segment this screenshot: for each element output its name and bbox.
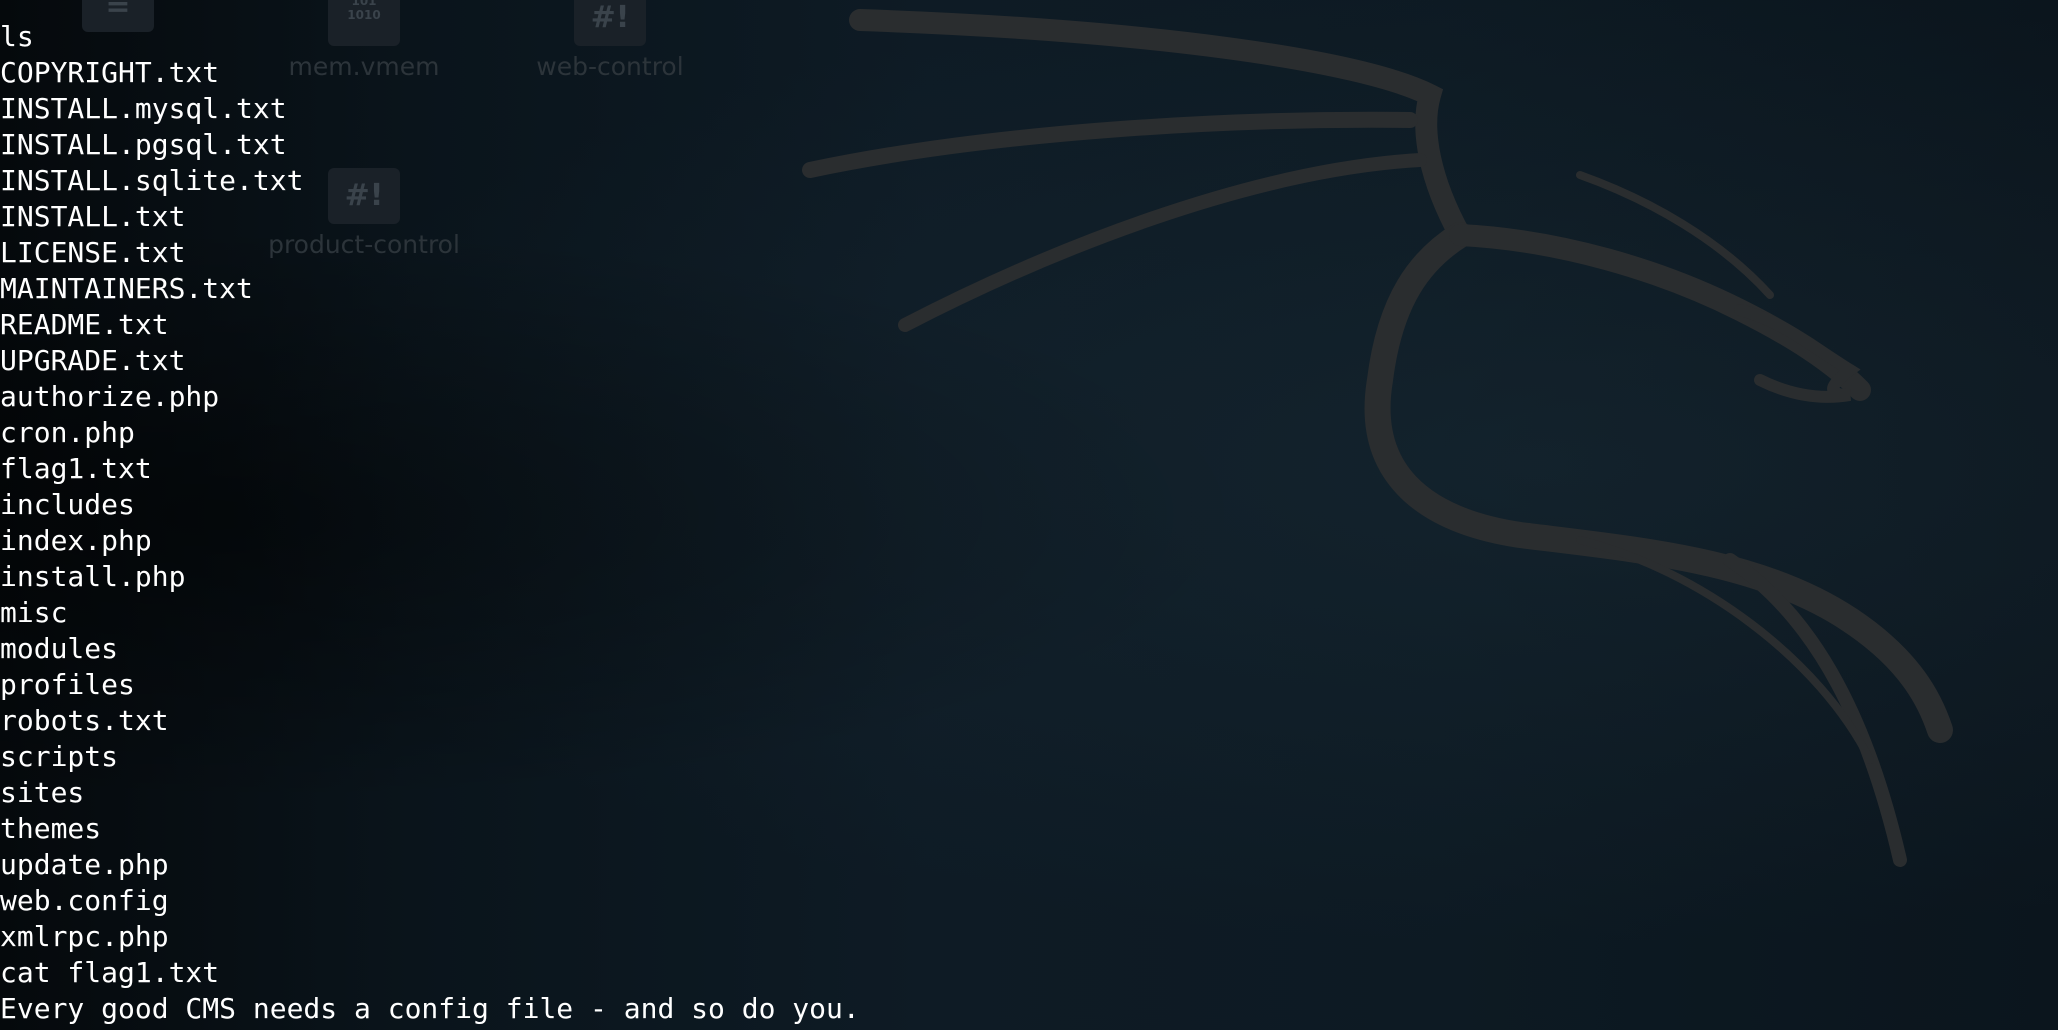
terminal-line: COPYRIGHT.txt <box>0 56 220 89</box>
terminal-line: cron.php <box>0 416 135 449</box>
terminal-line: web.config <box>0 884 169 917</box>
terminal-line: scripts <box>0 740 119 773</box>
terminal-line: modules <box>0 632 119 665</box>
terminal-output[interactable]: ls COPYRIGHT.txt INSTALL.mysql.txt INSTA… <box>0 0 2058 1030</box>
terminal-line: themes <box>0 812 102 845</box>
terminal-line: Every good CMS needs a config file - and… <box>0 992 860 1025</box>
terminal-line: index.php <box>0 524 152 557</box>
terminal-command: cat flag1.txt <box>0 956 220 989</box>
terminal-line: INSTALL.sqlite.txt <box>0 164 304 197</box>
terminal-line: update.php <box>0 848 169 881</box>
terminal-line: INSTALL.txt <box>0 200 186 233</box>
terminal-line: INSTALL.mysql.txt <box>0 92 287 125</box>
terminal-line: UPGRADE.txt <box>0 344 186 377</box>
terminal-line: includes <box>0 488 135 521</box>
terminal-line: authorize.php <box>0 380 220 413</box>
terminal-line: MAINTAINERS.txt <box>0 272 253 305</box>
terminal-line: misc <box>0 596 68 629</box>
terminal-line: xmlrpc.php <box>0 920 169 953</box>
terminal-line: sites <box>0 776 85 809</box>
terminal-line: README.txt <box>0 308 169 341</box>
terminal-line: INSTALL.pgsql.txt <box>0 128 287 161</box>
terminal-line: install.php <box>0 560 186 593</box>
terminal-command: ls <box>0 20 34 53</box>
terminal-line: flag1.txt <box>0 452 152 485</box>
terminal-line: robots.txt <box>0 704 169 737</box>
terminal-line: LICENSE.txt <box>0 236 186 269</box>
terminal-line: profiles <box>0 668 135 701</box>
